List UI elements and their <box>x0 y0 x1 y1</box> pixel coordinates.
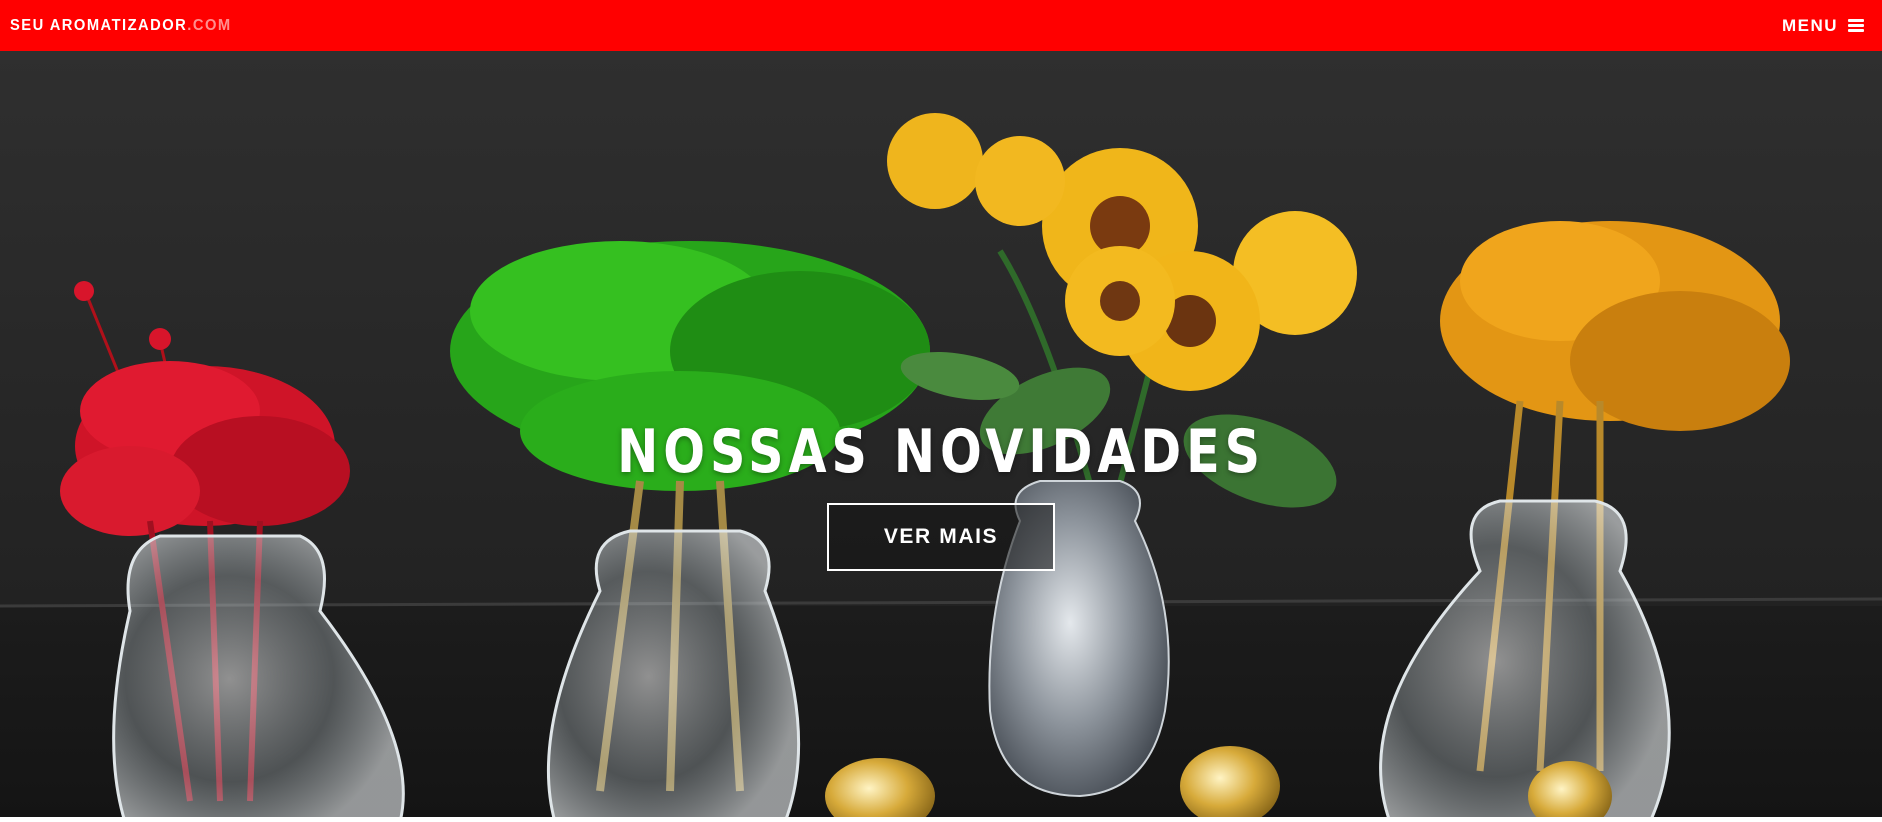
menu-label: MENU <box>1781 15 1838 35</box>
hero-title: NOSSAS NOVIDADES <box>617 417 1265 487</box>
hero-banner: NOSSAS NOVIDADES VER MAIS <box>0 51 1882 822</box>
hero-content: NOSSAS NOVIDADES VER MAIS <box>0 51 1882 822</box>
brand-logo[interactable]: SEU AROMATIZADOR .COM <box>10 17 232 35</box>
hamburger-icon <box>1848 19 1864 32</box>
brand-main-text: SEU AROMATIZADOR <box>10 16 188 34</box>
top-navbar: SEU AROMATIZADOR .COM MENU <box>0 0 1882 51</box>
ver-mais-button[interactable]: VER MAIS <box>827 503 1055 571</box>
page-bottom-edge <box>0 817 1882 822</box>
menu-button[interactable]: MENU <box>1782 16 1864 36</box>
brand-suffix-text: .COM <box>187 16 232 34</box>
